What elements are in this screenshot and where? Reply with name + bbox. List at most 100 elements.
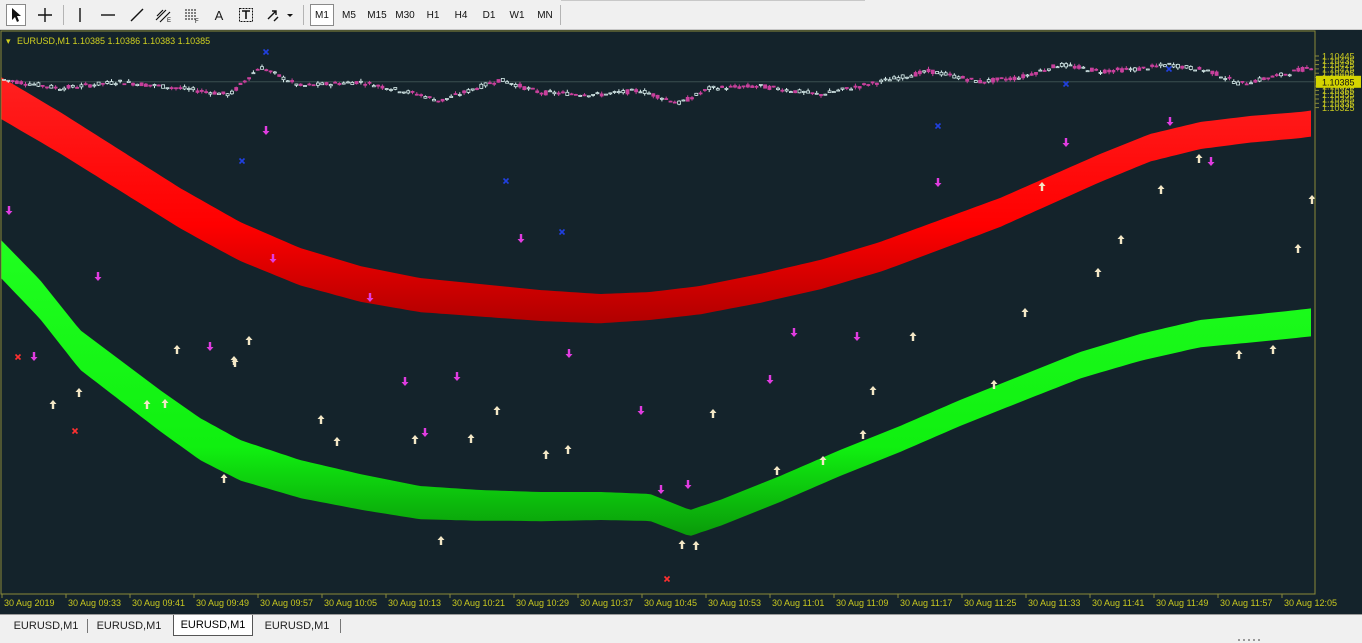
candle-body (1120, 68, 1124, 73)
timeframe-m5-button[interactable]: M5 (336, 4, 362, 26)
candle-body (909, 75, 914, 78)
chart-canvas[interactable]: 1.104451.104351.104251.104151.104051.103… (0, 30, 1362, 614)
candle-body (371, 85, 376, 88)
candle-body (599, 93, 604, 97)
arrows-menu-icon[interactable] (264, 4, 296, 26)
toolbar-divider (560, 5, 561, 25)
timeframe-mn-button[interactable]: MN (532, 4, 558, 26)
candle-body (1055, 66, 1060, 69)
candle-body (1249, 82, 1253, 85)
candle-body (965, 79, 970, 82)
trendline-icon[interactable] (125, 4, 149, 26)
candle-body (668, 100, 673, 103)
time-label: 30 Aug 09:41 (132, 598, 185, 608)
cursor-icon[interactable] (6, 4, 26, 26)
text-tool[interactable]: A (208, 4, 230, 26)
candle-body (440, 98, 445, 102)
chart-tab[interactable]: EURUSD,M1 (89, 617, 169, 635)
candle-body (625, 89, 630, 95)
candle-body (879, 79, 884, 83)
timeframe-h4-button[interactable]: H4 (448, 4, 474, 26)
candle-body (311, 84, 316, 87)
buy-signal-arrow (1021, 308, 1029, 317)
candle-body (1115, 67, 1120, 70)
candle-body (690, 97, 694, 100)
candle-body (685, 97, 690, 102)
blue-cross-marker (262, 48, 270, 56)
resize-grip (1238, 639, 1240, 641)
candle-body (982, 81, 987, 84)
buy-signal-arrow (75, 388, 83, 397)
candle-body (810, 92, 815, 95)
timeframe-m1-button[interactable]: M1 (310, 4, 334, 26)
candle-body (608, 92, 613, 95)
candle-body (586, 95, 591, 98)
candle-body (870, 81, 875, 84)
candle-body (1253, 79, 1258, 83)
timeframe-h1-button[interactable]: H1 (420, 4, 446, 26)
candle-body (40, 85, 45, 87)
candle-body (952, 74, 957, 79)
candle-body (1081, 66, 1086, 69)
fibonacci-icon[interactable]: F (180, 4, 204, 26)
candle-body (939, 71, 944, 76)
candle-body (857, 86, 862, 89)
time-label: 30 Aug 11:33 (1028, 598, 1080, 608)
timeframe-w1-button[interactable]: W1 (504, 4, 530, 26)
candle-body (887, 79, 892, 82)
candle-body (294, 83, 299, 86)
buy-signal-arrow (1308, 195, 1316, 204)
buy-signal-arrow (1157, 185, 1165, 194)
text-box-icon[interactable] (235, 4, 257, 26)
candle-body (604, 93, 608, 96)
sell-signal-arrow (5, 206, 13, 215)
blue-cross-marker (238, 157, 246, 165)
chart-toolbar: E F A M1 M5 M15 M30 H1 H4 D1 W1 MN (0, 0, 1362, 30)
candle-body (346, 81, 350, 84)
candle-body (1090, 67, 1094, 72)
candle-body (1072, 65, 1077, 69)
equidistant-channel-icon[interactable]: E (152, 4, 176, 26)
candle-body (797, 89, 802, 94)
time-label: 30 Aug 10:29 (516, 598, 569, 608)
timeframe-d1-button[interactable]: D1 (476, 4, 502, 26)
vertical-line-icon[interactable] (70, 4, 90, 26)
candle-body (1128, 68, 1133, 71)
candle-body (380, 85, 385, 89)
chart-tab[interactable]: EURUSD,M1 (257, 617, 337, 635)
candle-body (376, 84, 381, 87)
price-chart[interactable]: 1.10445 1.10435 1.10425 1.10415 1.10405 1.103… (0, 30, 1362, 614)
candle-body (784, 89, 789, 92)
candle-body (165, 87, 170, 90)
buy-signal-arrow (709, 409, 717, 418)
sell-signal-arrow (637, 406, 645, 415)
candle-body (526, 87, 531, 90)
sell-signal-arrow (453, 372, 461, 381)
candle-body (806, 90, 810, 94)
candle-body (905, 76, 909, 79)
timeframe-m30-button[interactable]: M30 (392, 4, 418, 26)
buy-signal-arrow (1294, 244, 1302, 253)
horizontal-line-icon[interactable] (96, 4, 120, 26)
candle-body (1111, 70, 1116, 73)
time-label: 30 Aug 11:49 (1156, 598, 1208, 608)
candle-body (161, 84, 166, 89)
candle-body (634, 89, 638, 93)
chart-tab[interactable]: EURUSD,M1 (173, 615, 253, 636)
candle-body (10, 80, 15, 82)
candle-body (389, 89, 393, 91)
time-label: 30 Aug 11:57 (1220, 598, 1272, 608)
chart-tab[interactable]: EURUSD,M1 (6, 617, 86, 635)
time-label: 30 Aug 11:25 (964, 598, 1016, 608)
candle-body (174, 87, 178, 90)
candle-body (1102, 69, 1107, 74)
timeframe-m15-button[interactable]: M15 (364, 4, 390, 26)
red-cross-marker (71, 427, 79, 435)
candle-body (776, 87, 780, 91)
candle-body (660, 97, 664, 100)
candle-body (487, 82, 492, 85)
candle-body (591, 94, 595, 96)
candle-body (918, 70, 922, 75)
crosshair-icon[interactable] (34, 4, 56, 26)
toolbar-divider (303, 5, 304, 25)
